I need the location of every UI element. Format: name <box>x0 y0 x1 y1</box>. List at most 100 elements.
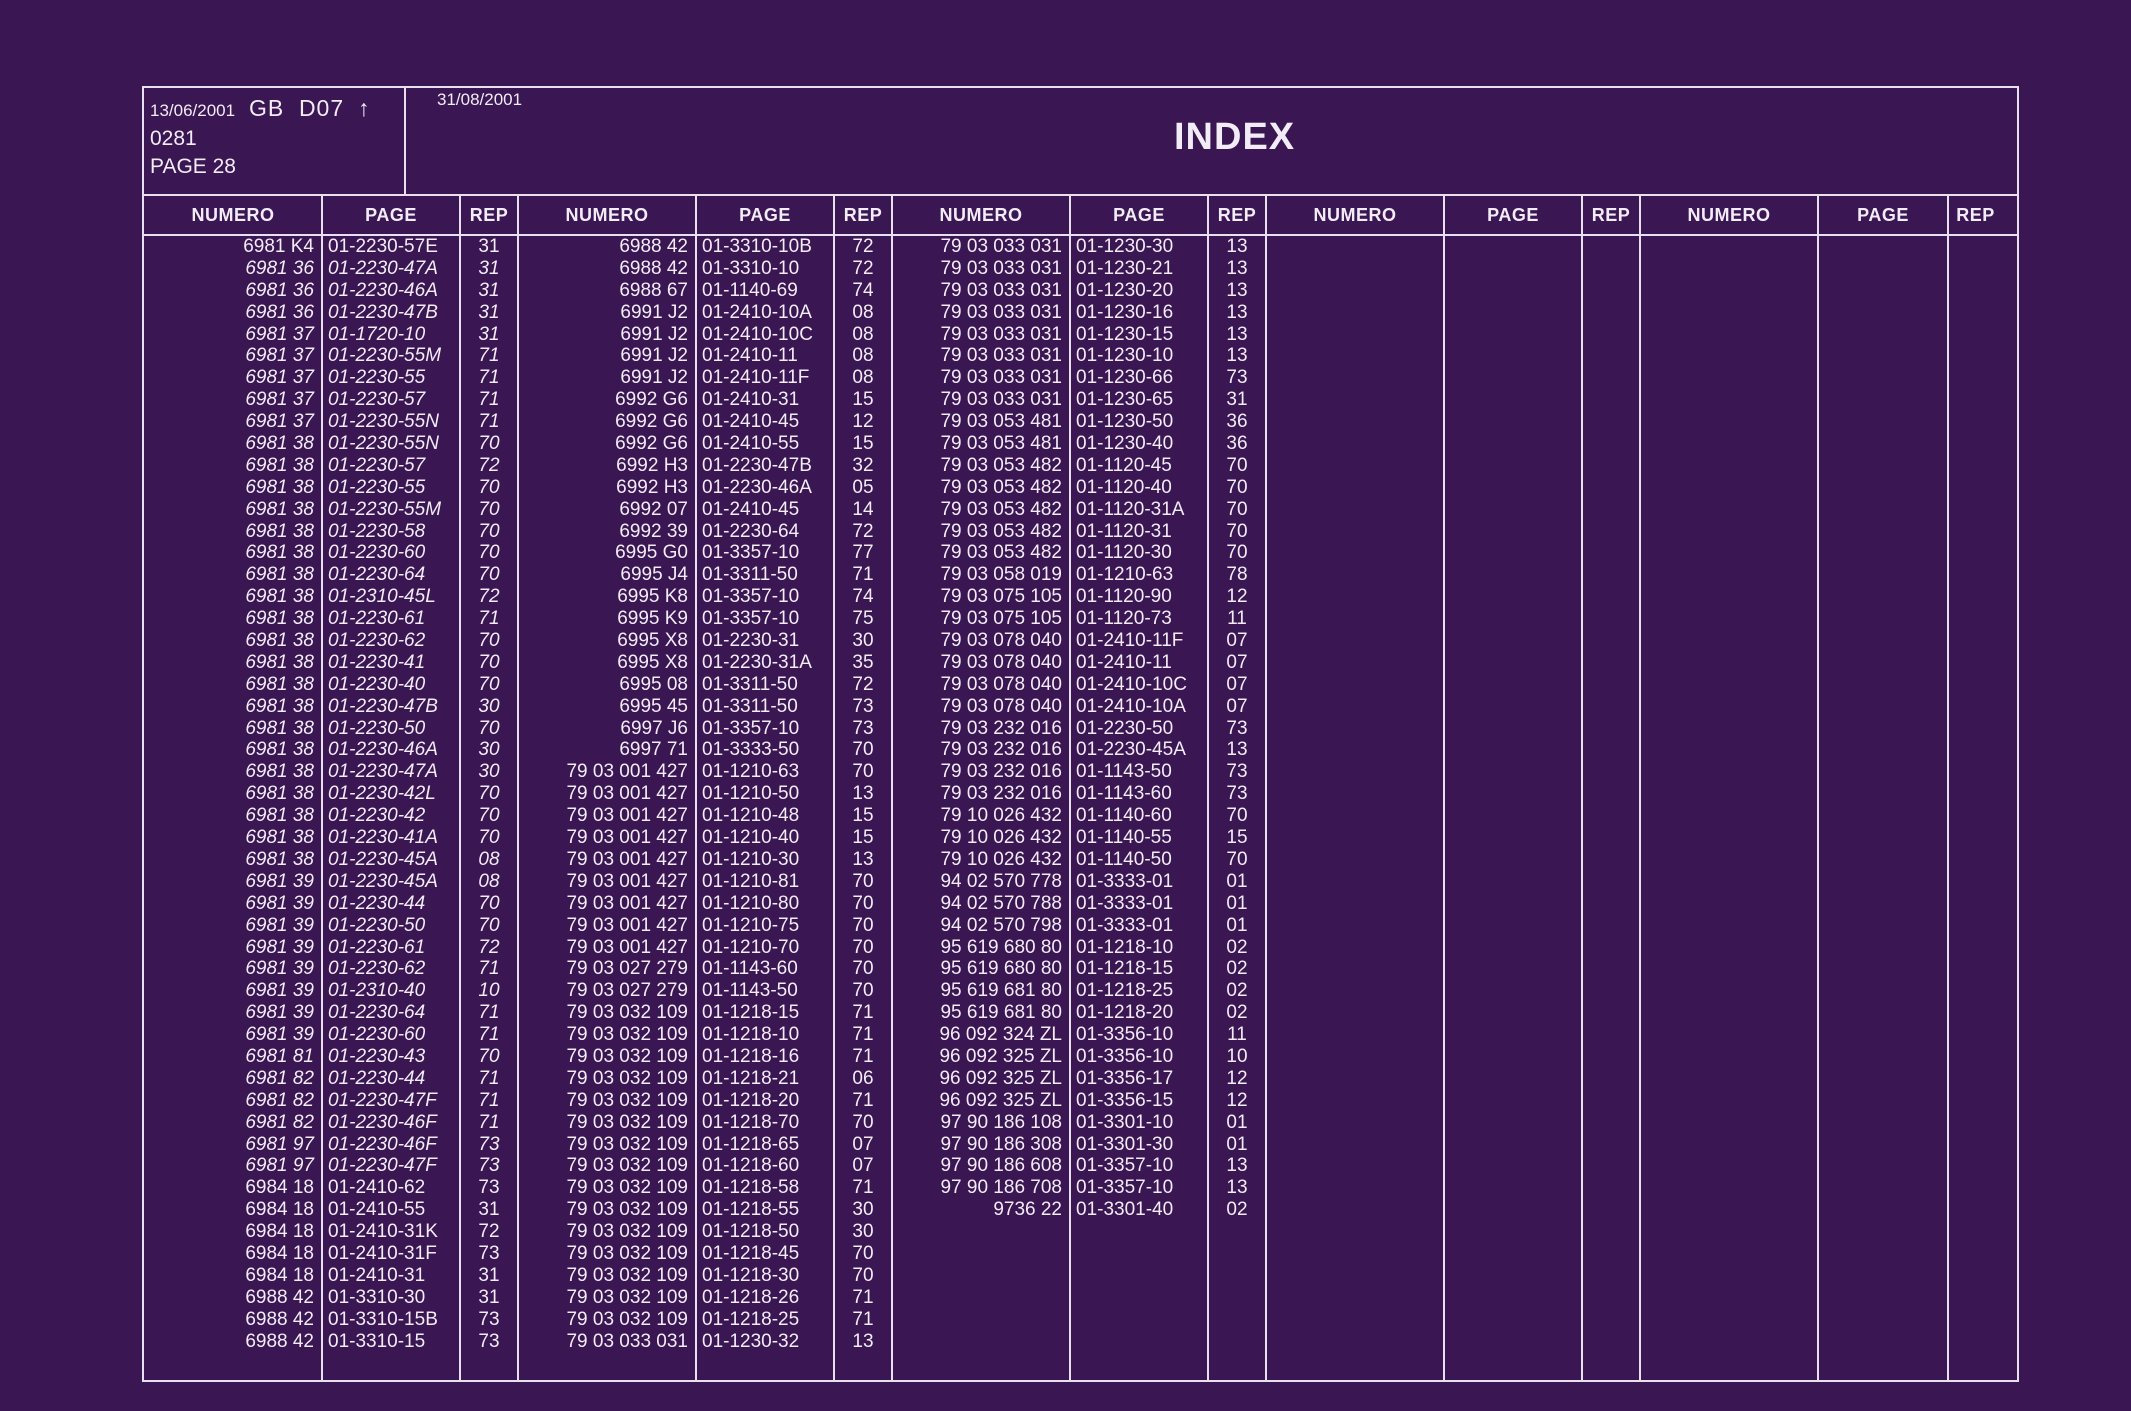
rep-cell: 30 <box>478 761 500 783</box>
column-page-3: 01-1230-30 01-1230-21 01-1230-20 01-1230-16… <box>1070 236 1208 1221</box>
numero-cell: 6981 38 <box>245 827 314 849</box>
page-cell: 01-1210-70 <box>702 936 800 958</box>
numero-cell: 6995 45 <box>619 695 688 717</box>
column-header-numero: NUMERO <box>1313 205 1397 225</box>
numero-cell: 6981 K4 <box>243 236 314 257</box>
rep-cell: 30 <box>478 695 500 717</box>
page-cell: 01-1218-16 <box>702 1045 800 1067</box>
numero-cell: 79 03 032 109 <box>566 1133 688 1155</box>
rep-cell: 13 <box>1226 301 1248 323</box>
page-cell: 01-1140-50 <box>1076 848 1172 870</box>
numero-cell: 6981 38 <box>245 805 314 827</box>
page-cell: 01-1230-20 <box>1076 279 1174 301</box>
page-cell: 01-2230-50 <box>328 914 426 936</box>
rep-cell: 10 <box>478 980 500 1002</box>
rep-cell: 71 <box>478 389 500 411</box>
page-cell: 01-3310-15B <box>328 1308 438 1330</box>
numero-cell: 6997 71 <box>619 739 688 761</box>
page-cell: 01-2310-45L <box>328 586 436 608</box>
page-cell: 01-1210-80 <box>702 892 800 914</box>
page-cell: 01-1230-32 <box>702 1330 800 1352</box>
numero-cell: 97 90 186 108 <box>940 1111 1062 1133</box>
column-header-page: PAGE <box>1857 205 1909 225</box>
rep-cell: 70 <box>478 673 500 695</box>
numero-cell: 6991 J2 <box>620 301 688 323</box>
rep-cell: 01 <box>1226 914 1248 936</box>
column-page-1: 01-2230-57E 01-2230-47A 01-2230-46A 01-2230… <box>322 236 460 1352</box>
numero-cell: 79 03 053 482 <box>940 520 1062 542</box>
rep-cell: 70 <box>478 717 500 739</box>
rep-cell: 70 <box>478 783 500 805</box>
rep-cell: 31 <box>478 301 500 323</box>
page-cell: 01-2230-31 <box>702 630 800 652</box>
numero-cell: 6992 07 <box>619 498 688 520</box>
rep-cell: 13 <box>1226 323 1248 345</box>
rep-cell: 73 <box>478 1308 500 1330</box>
numero-cell: 6981 37 <box>245 345 314 367</box>
rep-cell: 13 <box>1226 236 1248 257</box>
page-cell: 01-3333-01 <box>1076 870 1174 892</box>
rep-cell: 71 <box>478 367 500 389</box>
rep-cell: 70 <box>478 914 500 936</box>
page-cell: 01-2410-45 <box>702 498 800 520</box>
numero-cell: 6981 38 <box>245 476 314 498</box>
numero-cell: 79 03 001 427 <box>566 848 688 870</box>
page-cell: 01-3301-30 <box>1076 1133 1174 1155</box>
numero-cell: 94 02 570 778 <box>940 870 1062 892</box>
rep-cell: 72 <box>478 936 500 958</box>
numero-cell: 94 02 570 798 <box>940 914 1062 936</box>
numero-cell: 79 03 032 109 <box>566 1024 688 1046</box>
page-cell: 01-1230-30 <box>1076 236 1174 257</box>
rep-cell: 71 <box>478 1111 500 1133</box>
rep-cell: 73 <box>1226 367 1248 389</box>
numero-cell: 97 90 186 708 <box>940 1177 1062 1199</box>
rep-cell: 07 <box>852 1155 874 1177</box>
numero-cell: 6981 38 <box>245 564 314 586</box>
page-cell: 01-1230-66 <box>1076 367 1174 389</box>
page-cell: 01-1218-15 <box>1076 958 1174 980</box>
column-divider <box>1639 195 1641 1382</box>
numero-cell: 79 03 232 016 <box>940 717 1062 739</box>
rep-cell: 70 <box>478 827 500 849</box>
numero-cell: 79 03 033 031 <box>940 367 1062 389</box>
rep-cell: 31 <box>478 257 500 279</box>
header-info-box: 13/06/2001 GB D07 ↑ 0281 PAGE 28 <box>144 88 406 194</box>
numero-cell: 6981 39 <box>245 936 314 958</box>
page-cell: 01-1218-50 <box>702 1221 800 1243</box>
numero-cell: 6981 38 <box>245 739 314 761</box>
page-cell: 01-2230-31A <box>702 651 812 673</box>
numero-cell: 6981 82 <box>245 1067 314 1089</box>
rep-cell: 15 <box>1226 827 1248 849</box>
page-cell: 01-2230-55N <box>328 433 439 455</box>
rep-cell: 70 <box>1226 476 1248 498</box>
numero-cell: 6988 67 <box>619 279 688 301</box>
numero-cell: 6995 X8 <box>617 630 688 652</box>
page-cell: 01-2230-47B <box>328 695 438 717</box>
column-numero-3: 79 03 033 031 79 03 033 031 79 03 033 031 7… <box>892 236 1070 1221</box>
rep-cell: 70 <box>478 1045 500 1067</box>
rep-cell: 70 <box>852 980 874 1002</box>
rep-cell: 02 <box>1226 958 1248 980</box>
rep-cell: 08 <box>478 870 500 892</box>
page-cell: 01-2230-64 <box>702 520 800 542</box>
rep-cell: 31 <box>478 1199 500 1221</box>
numero-cell: 6981 39 <box>245 1002 314 1024</box>
numero-cell: 6981 38 <box>245 520 314 542</box>
page-cell: 01-3356-17 <box>1076 1067 1174 1089</box>
page-cell: 01-2410-45 <box>702 411 800 433</box>
numero-cell: 79 03 053 482 <box>940 542 1062 564</box>
column-header-page: PAGE <box>1113 205 1165 225</box>
page-cell: 01-1143-50 <box>1076 761 1172 783</box>
numero-cell: 79 03 001 427 <box>566 892 688 914</box>
numero-cell: 79 03 027 279 <box>566 958 688 980</box>
page-cell: 01-2230-61 <box>328 608 426 630</box>
page-cell: 01-1120-31 <box>1076 520 1172 542</box>
rep-cell: 08 <box>852 323 874 345</box>
page-cell: 01-1143-60 <box>1076 783 1172 805</box>
numero-cell: 79 03 033 031 <box>940 389 1062 411</box>
page-cell: 01-2230-61 <box>328 936 426 958</box>
rep-cell: 31 <box>1226 389 1248 411</box>
page-cell: 01-3301-40 <box>1076 1199 1174 1221</box>
rep-cell: 73 <box>478 1242 500 1264</box>
numero-cell: 95 619 681 80 <box>940 980 1062 1002</box>
